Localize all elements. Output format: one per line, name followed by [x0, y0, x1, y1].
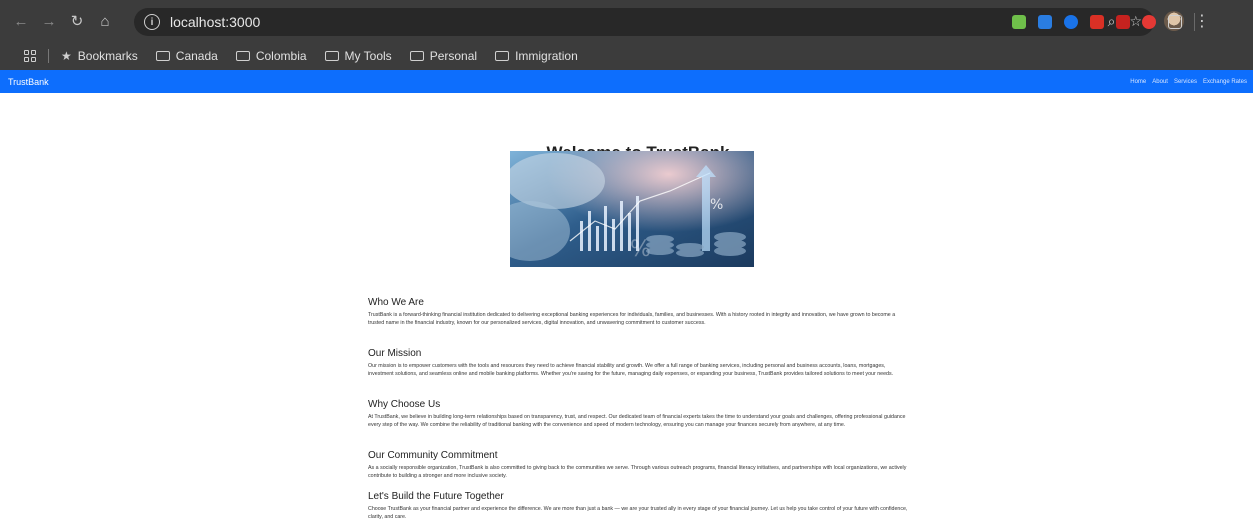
brand-logo[interactable]: TrustBank: [8, 77, 49, 87]
section-body: As a socially responsible organization, …: [368, 465, 907, 480]
nav-links: Home About Services Exchange Rates: [1130, 79, 1247, 85]
folder-icon: [324, 51, 339, 61]
section-heading: Our Community Commitment: [368, 450, 498, 461]
folder-icon: [155, 51, 170, 61]
back-arrow-icon[interactable]: ←: [8, 8, 34, 34]
section-build-future: Let's Build the Future Together Choose T…: [368, 491, 908, 522]
section-body: Our mission is to empower customers with…: [368, 363, 894, 378]
toolbar-divider: [1194, 13, 1195, 31]
star-icon: ★: [61, 49, 72, 63]
folder-icon: [495, 51, 510, 61]
site-navbar: TrustBank Home About Services Exchange R…: [0, 70, 1253, 93]
bookmark-label: Colombia: [255, 49, 307, 63]
reload-icon[interactable]: ↻: [64, 8, 90, 34]
folder-icon: [235, 51, 250, 61]
nav-link-services[interactable]: Services: [1174, 79, 1197, 85]
address-bar[interactable]: i localhost:3000 ⌕ ☆: [134, 8, 1154, 36]
section-why-choose-us: Why Choose Us At TrustBank, we believe i…: [368, 399, 908, 430]
bookmark-personal[interactable]: Personal: [409, 49, 478, 63]
extension-icon[interactable]: [1064, 15, 1078, 29]
section-body: At TrustBank, we believe in building lon…: [368, 414, 906, 429]
extension-icon[interactable]: [1038, 15, 1052, 29]
hero-banking-image: % %: [510, 151, 754, 267]
bookmark-immigration[interactable]: Immigration: [495, 49, 578, 63]
section-our-mission: Our Mission Our mission is to empower cu…: [368, 348, 908, 379]
bookmark-label: Personal: [429, 49, 478, 63]
bookmark-colombia[interactable]: Colombia: [235, 49, 307, 63]
nav-link-exchange-rates[interactable]: Exchange Rates: [1203, 79, 1247, 85]
nav-link-home[interactable]: Home: [1130, 79, 1146, 85]
section-heading: Let's Build the Future Together: [368, 491, 504, 502]
section-community-commitment: Our Community Commitment As a socially r…: [368, 450, 908, 481]
svg-text:%: %: [710, 197, 723, 213]
bookmark-label: My Tools: [344, 49, 392, 63]
address-url[interactable]: localhost:3000: [170, 14, 260, 30]
section-body: Choose TrustBank as your financial partn…: [368, 506, 908, 521]
section-heading: Who We Are: [368, 297, 424, 308]
bookmark-label: Canada: [175, 49, 218, 63]
bookmark-canada[interactable]: Canada: [155, 49, 218, 63]
extension-icon[interactable]: [1142, 15, 1156, 29]
bookmark-bookmarks[interactable]: ★ Bookmarks: [61, 49, 138, 63]
nav-link-about[interactable]: About: [1152, 79, 1168, 85]
extension-icons: [1012, 13, 1195, 31]
bookmark-label: Bookmarks: [77, 49, 138, 63]
extension-icon[interactable]: [1012, 15, 1026, 29]
section-heading: Why Choose Us: [368, 399, 441, 410]
extension-icon[interactable]: [1090, 15, 1104, 29]
extension-icon[interactable]: [1116, 15, 1130, 29]
section-who-we-are: Who We Are TrustBank is a forward-thinki…: [368, 297, 908, 328]
bookmark-my-tools[interactable]: My Tools: [324, 49, 392, 63]
menu-kebab-icon[interactable]: ⋮: [1194, 11, 1210, 31]
section-body: TrustBank is a forward-thinking financia…: [368, 312, 896, 327]
section-heading: Our Mission: [368, 348, 422, 359]
home-icon[interactable]: ⌂: [92, 8, 118, 34]
apps-grid-icon[interactable]: [24, 50, 36, 62]
bookmark-label: Immigration: [515, 49, 578, 63]
puzzle-extensions-icon[interactable]: [1168, 15, 1182, 29]
forward-arrow-icon[interactable]: →: [36, 8, 62, 34]
bookmarks-bar: ★ Bookmarks Canada Colombia My Tools Per…: [0, 42, 1253, 70]
folder-icon: [409, 51, 424, 61]
bookmarks-divider: [48, 49, 49, 63]
site-info-icon[interactable]: i: [144, 14, 160, 30]
